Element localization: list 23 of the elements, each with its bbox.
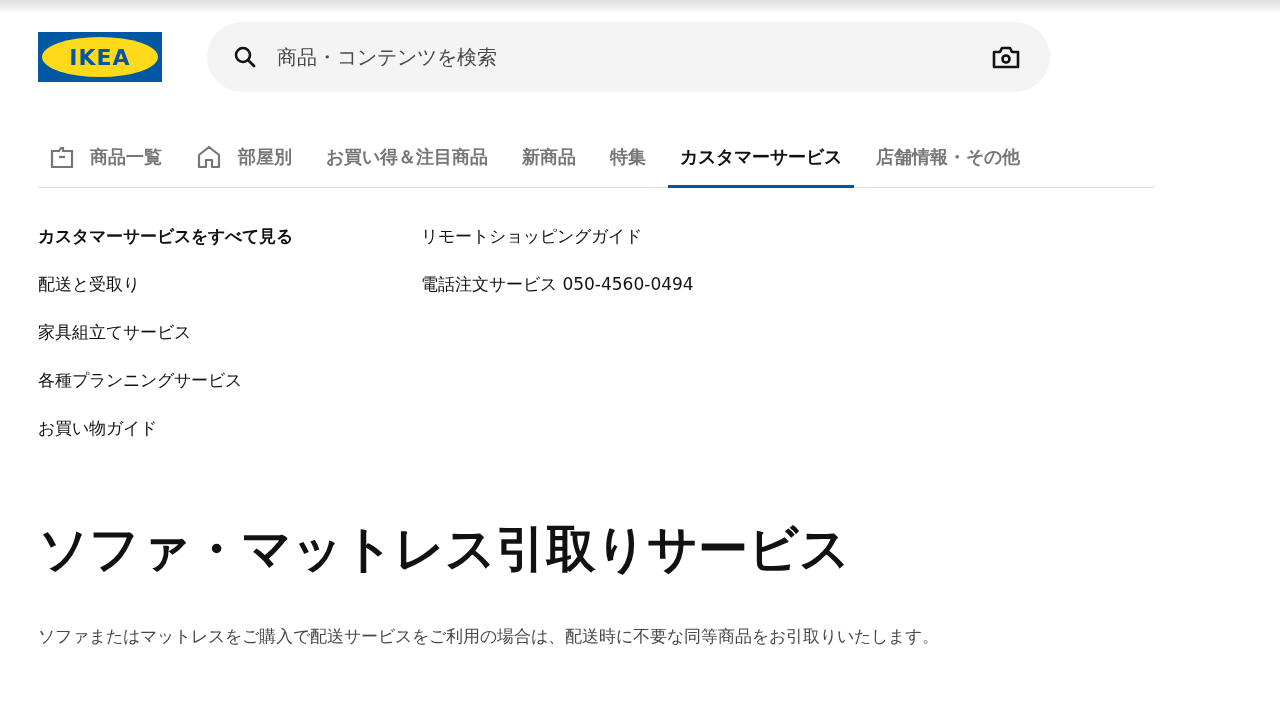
intro-paragraph: ソファまたはマットレスをご購入で配送サービスをご利用の場合は、配送時に不要な同等商品をお引取りいたします。 [38, 625, 940, 648]
camera-icon[interactable] [992, 45, 1020, 69]
nav-tab[interactable]: 新商品 [510, 128, 588, 188]
menu-link[interactable]: 電話注文サービス 050-4560-0494 [421, 271, 694, 297]
menu-link[interactable]: 各種プランニングサービス [38, 367, 242, 393]
box-icon [50, 144, 74, 169]
house-icon [196, 144, 222, 169]
search-bar[interactable]: 商品・コンテンツを検索 [207, 22, 1050, 92]
menu-link[interactable]: リモートショッピングガイド [421, 223, 642, 249]
menu-link[interactable]: 配送と受取り [38, 271, 140, 297]
search-input[interactable]: 商品・コンテンツを検索 [275, 44, 974, 70]
nav-tab[interactable]: 部屋別 [184, 128, 304, 188]
menu-link[interactable]: お買い物ガイド [38, 415, 157, 441]
nav-tab[interactable]: 特集 [598, 128, 658, 188]
menu-link[interactable]: カスタマーサービスをすべて見る [38, 223, 293, 249]
page-heading: ソファ・マットレス引取りサービス [38, 519, 851, 580]
menu-link[interactable]: 家具組立てサービス [38, 319, 191, 345]
logo[interactable]: IKEA [38, 32, 162, 82]
nav-tab[interactable]: カスタマーサービス [668, 128, 854, 188]
nav-tab[interactable]: お買い得＆注目商品 [314, 128, 500, 188]
search-icon [233, 45, 257, 69]
nav-tab[interactable]: 商品一覧 [38, 128, 174, 188]
nav-tab[interactable]: 店舗情報・その他 [864, 128, 1032, 188]
